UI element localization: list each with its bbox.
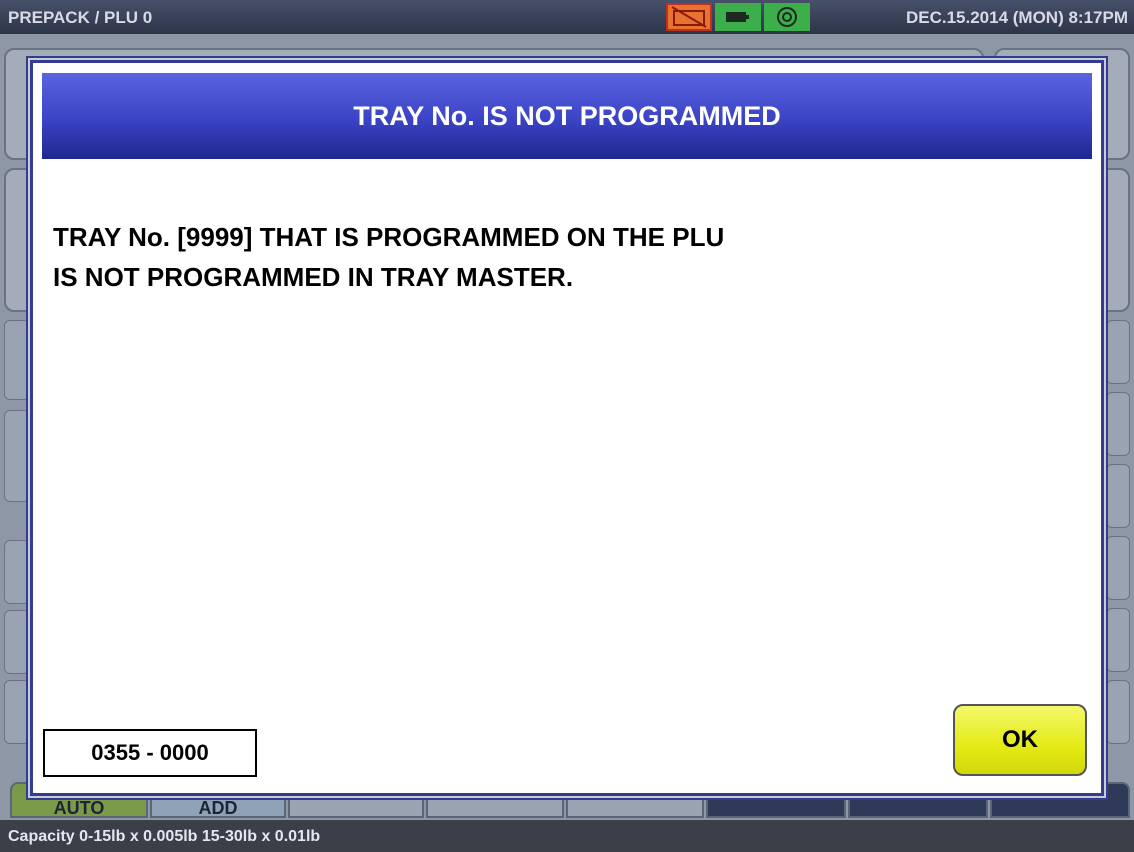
background-key (4, 680, 30, 744)
error-dialog: TRAY No. IS NOT PROGRAMMED TRAY No. [999… (30, 60, 1104, 796)
error-code: 0355 - 0000 (43, 729, 257, 777)
background-key (1106, 464, 1130, 528)
capacity-info: Capacity 0-15lb x 0.005lb 15-30lb x 0.01… (8, 828, 321, 845)
status-bar: PREPACK / PLU 0 DEC.15.2014 (MON) 8:17PM (0, 0, 1134, 34)
message-line-2: IS NOT PROGRAMMED IN TRAY MASTER. (53, 262, 574, 292)
battery-icon (715, 3, 761, 31)
screen-title: PREPACK / PLU 0 (8, 8, 153, 27)
status-icons (666, 3, 810, 31)
network-icon (764, 3, 810, 31)
message-line-1: TRAY No. [9999] THAT IS PROGRAMMED ON TH… (53, 222, 725, 252)
dialog-title: TRAY No. IS NOT PROGRAMMED (42, 73, 1092, 159)
background-key (4, 320, 30, 400)
date-time: DEC.15.2014 (MON) 8:17PM (905, 8, 1128, 27)
ok-button[interactable]: OK (953, 704, 1087, 776)
background-key (1106, 320, 1130, 384)
background-key (1106, 608, 1130, 672)
background-key (1106, 680, 1130, 744)
footer-bar: Capacity 0-15lb x 0.005lb 15-30lb x 0.01… (0, 820, 1134, 852)
dialog-message: TRAY No. [9999] THAT IS PROGRAMMED ON TH… (53, 217, 724, 297)
background-key (4, 540, 30, 604)
printer-error-icon (666, 3, 712, 31)
background-key (4, 410, 30, 502)
background-key (1106, 536, 1130, 600)
background-key (1106, 392, 1130, 456)
background-key (4, 610, 30, 674)
